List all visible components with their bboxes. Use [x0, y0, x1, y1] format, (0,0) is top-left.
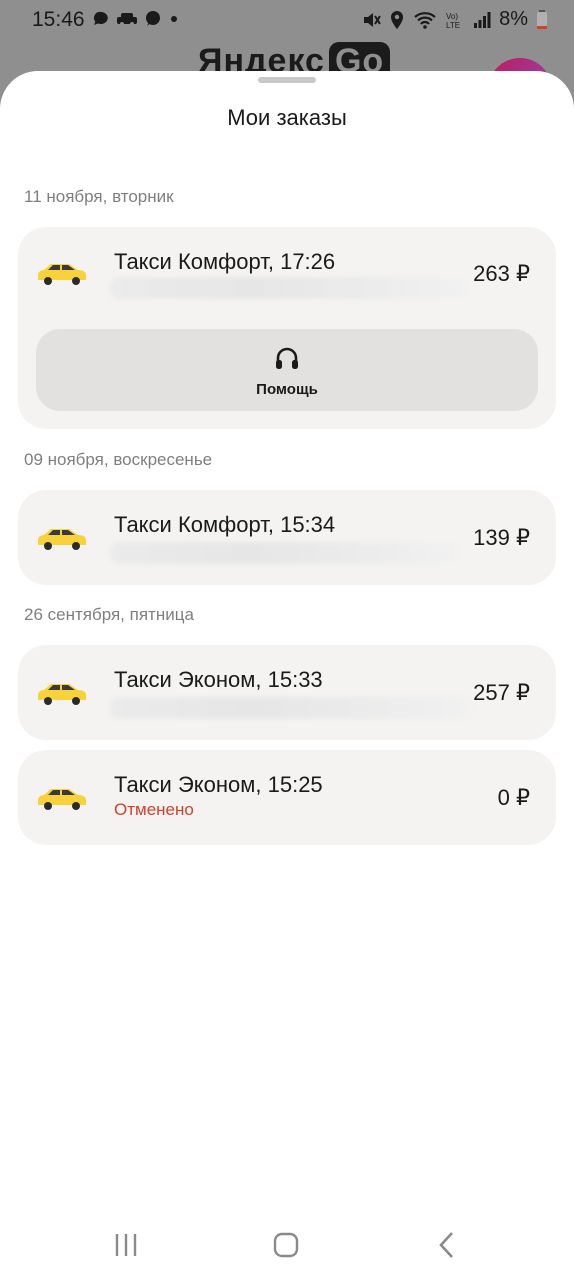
volte-icon: Vo)LTE: [446, 12, 460, 30]
order-price: 257 ₽: [473, 680, 530, 705]
order-status-cancelled: Отменено: [114, 800, 194, 819]
car-icon: [117, 13, 137, 26]
headset-icon: [276, 347, 298, 369]
recents-icon[interactable]: [106, 1230, 146, 1260]
order-route-blurred: [110, 542, 456, 564]
order-card[interactable]: Такси Комфорт, 17:26 263 ₽ Помощь: [18, 227, 556, 429]
chat-bubble-icon: [93, 11, 108, 25]
battery-icon: [537, 9, 547, 29]
order-title: Такси Комфорт, 17:26: [114, 249, 336, 274]
page-title: Мои заказы: [227, 105, 347, 130]
order-price: 0 ₽: [497, 785, 530, 810]
dot-icon: [171, 16, 177, 22]
help-button[interactable]: Помощь: [36, 329, 538, 411]
location-icon: [391, 10, 404, 29]
sheet-grabber[interactable]: [258, 77, 316, 83]
back-icon[interactable]: [428, 1230, 468, 1260]
battery-percent: 8%: [499, 8, 528, 30]
taxi-car-icon: [38, 789, 86, 810]
status-time: 15:46: [32, 8, 85, 31]
svg-text:Vo): Vo): [446, 12, 458, 21]
message-icon: [146, 11, 160, 26]
help-button-label: Помощь: [256, 381, 318, 398]
order-price: 139 ₽: [473, 525, 530, 550]
system-nav-bar: [0, 1210, 574, 1280]
order-title: Такси Эконом, 15:25: [114, 772, 323, 797]
svg-text:LTE: LTE: [446, 21, 460, 30]
taxi-car-icon: [38, 529, 86, 550]
order-title: Такси Эконом, 15:33: [114, 667, 323, 692]
date-header: 11 ноября, вторник: [24, 187, 174, 206]
status-bar: 15:46 Vo) LTE 8%: [0, 0, 574, 40]
mute-icon: [364, 12, 381, 27]
date-header: 09 ноября, воскресенье: [24, 450, 213, 469]
orders-sheet: Мои заказы 11 ноября, вторник Такси Комф…: [0, 71, 574, 1280]
date-header: 26 сентября, пятница: [24, 605, 194, 624]
taxi-car-icon: [38, 264, 86, 285]
home-icon[interactable]: [266, 1230, 306, 1260]
taxi-car-icon: [38, 684, 86, 705]
wifi-icon: [414, 11, 436, 29]
order-title: Такси Комфорт, 15:34: [114, 512, 336, 537]
signal-icon: [474, 11, 491, 28]
order-route-blurred: [110, 697, 470, 719]
order-price: 263 ₽: [473, 261, 530, 286]
order-card[interactable]: Такси Эконом, 15:25 Отменено 0 ₽: [18, 750, 556, 845]
order-card[interactable]: Такси Комфорт, 15:34 139 ₽: [18, 490, 556, 585]
order-card[interactable]: Такси Эконом, 15:33 257 ₽: [18, 645, 556, 740]
order-route-blurred: [110, 277, 466, 299]
